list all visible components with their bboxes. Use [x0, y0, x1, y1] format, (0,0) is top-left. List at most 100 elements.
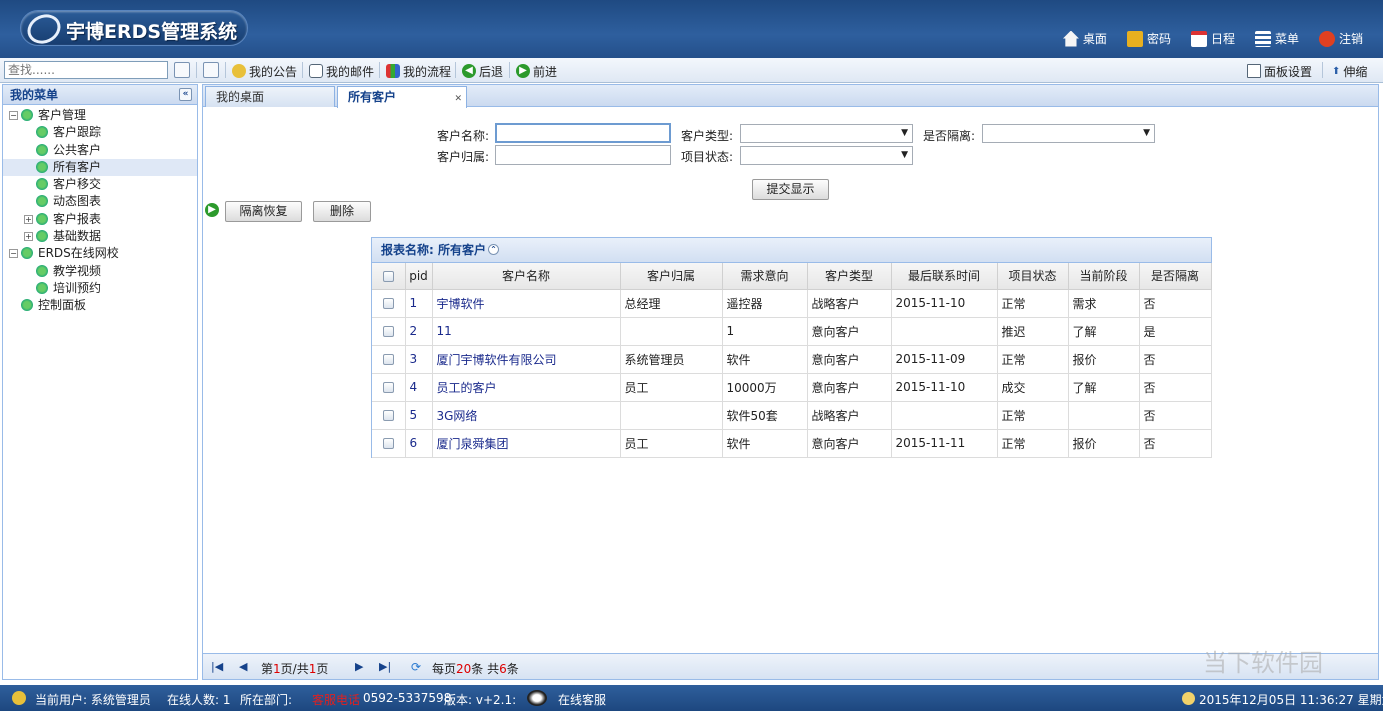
row-select-cell[interactable] [372, 289, 406, 318]
collapse-up-icon[interactable]: ⌃ [487, 244, 499, 255]
search-input[interactable] [4, 61, 168, 79]
customer-name-cell[interactable]: 厦门泉舜集团 [432, 429, 621, 458]
forward-button[interactable]: ▶ 前进 [516, 62, 557, 80]
row-select-cell[interactable] [372, 345, 406, 374]
collapse-toggle-icon[interactable]: − [9, 249, 18, 259]
column-header[interactable]: 客户归属 [620, 263, 723, 290]
column-header[interactable]: 项目状态 [997, 263, 1069, 290]
submit-button[interactable]: 提交显示 [752, 179, 829, 200]
app-header: 宇博ERDS管理系统 桌面 密码 日程 菜单 注销 [0, 0, 1383, 58]
back-button[interactable]: ◀ 后退 [462, 62, 503, 80]
tree-item-public[interactable]: 公共客户 [3, 142, 197, 159]
collapse-toggle-icon[interactable]: − [9, 111, 18, 120]
select-all-checkbox[interactable] [382, 270, 394, 282]
nav-password[interactable]: 密码 [1126, 30, 1171, 47]
expand-button[interactable]: ⬆ 伸缩 [1332, 62, 1367, 80]
tree-item-transfer[interactable]: 客户移交 [3, 176, 197, 193]
top-nav: 桌面 密码 日程 菜单 注销 [1062, 30, 1363, 47]
page-icon [36, 264, 48, 277]
row-checkbox[interactable] [382, 438, 394, 449]
nav-schedule[interactable]: 日程 [1190, 30, 1235, 47]
customer-name-cell[interactable]: 11 [432, 317, 621, 346]
column-header[interactable]: pid [405, 263, 433, 290]
tree-item-tracking[interactable]: 客户跟踪 [3, 124, 197, 141]
row-checkbox[interactable] [382, 410, 394, 421]
tree-item-videos[interactable]: 教学视频 [3, 263, 197, 280]
project-status-select[interactable]: ▼ [740, 146, 913, 165]
delete-button[interactable]: 删除 [313, 201, 371, 222]
customer-owner-input[interactable] [495, 145, 671, 165]
column-header[interactable]: 当前阶段 [1068, 263, 1140, 290]
tree-item-charts[interactable]: 动态图表 [3, 193, 197, 210]
tree-item-all-customers[interactable]: 所有客户 [3, 158, 197, 177]
row-checkbox[interactable] [382, 298, 394, 309]
row-checkbox[interactable] [382, 326, 394, 337]
column-header[interactable]: 最后联系时间 [891, 263, 998, 290]
announce-button[interactable]: 我的公告 [232, 62, 297, 80]
collapse-icon[interactable]: « [179, 88, 192, 101]
customer-type-select[interactable]: ▼ [740, 124, 913, 143]
page-suffix: 页 [316, 662, 329, 676]
tree-item-customer-mgmt[interactable]: − 客户管理 [3, 107, 197, 124]
tree-item-training[interactable]: 培训预约 [3, 280, 197, 297]
table-header-row: pid 客户名称 客户归属 需求意向 客户类型 最后联系时间 项目状态 当前阶段… [372, 263, 1212, 290]
select-all-cell[interactable] [372, 263, 406, 290]
first-page-icon[interactable]: |◀ [211, 660, 223, 673]
tree-item-school[interactable]: − ERDS在线网校 [3, 245, 197, 262]
table-row[interactable]: 6 厦门泉舜集团 员工 软件 意向客户 2015-11-11 正常 报价否 [372, 429, 1212, 458]
restore-isolation-button[interactable]: 隔离恢复 [225, 201, 302, 222]
tab-all-customers[interactable]: 所有客户 ✕ [337, 86, 467, 108]
nav-menu[interactable]: 菜单 [1254, 30, 1299, 47]
logout-icon [1318, 30, 1335, 47]
table-row[interactable]: 1 宇博软件 总经理 遥控器 战略客户 2015-11-10 正常 需求否 [372, 289, 1212, 318]
tab-desktop[interactable]: 我的桌面 [205, 86, 335, 107]
forward-label: 前进 [533, 64, 558, 79]
customer-name-cell[interactable]: 宇博软件 [432, 289, 621, 318]
nav-logout[interactable]: 注销 [1318, 30, 1363, 47]
table-row[interactable]: 5 3G网络 软件50套 战略客户 正常 否 [372, 401, 1212, 430]
table-cell: 意向客户 [807, 317, 892, 346]
flow-button[interactable]: 我的流程 [386, 62, 451, 80]
table-row[interactable]: 2 11 1 意向客户 推迟 了解是 [372, 317, 1212, 346]
table-row[interactable]: 3 厦门宇博软件有限公司 系统管理员 软件 意向客户 2015-11-09 正常 报价否 [372, 345, 1212, 374]
up-arrow-icon: ⬆ [1332, 65, 1341, 77]
customer-name-cell[interactable]: 员工的客户 [432, 373, 621, 402]
row-select-cell[interactable] [372, 373, 406, 402]
next-page-icon[interactable]: ▶ [355, 660, 363, 673]
customer-name-cell[interactable]: 厦门宇博软件有限公司 [432, 345, 621, 374]
tree-item-basic-data[interactable]: + 基础数据 [3, 228, 197, 245]
online-service-link[interactable]: 在线客服 [558, 691, 606, 708]
row-checkbox[interactable] [382, 382, 394, 393]
list-icon[interactable] [203, 62, 219, 78]
close-icon[interactable]: ✕ [454, 89, 462, 109]
column-header[interactable]: 客户类型 [807, 263, 892, 290]
row-checkbox[interactable] [382, 354, 394, 365]
column-header[interactable]: 是否隔离 [1139, 263, 1212, 290]
page-icon [36, 126, 48, 139]
page-icon [36, 160, 48, 173]
expand-toggle-icon[interactable]: + [24, 214, 33, 224]
go-arrow-icon[interactable]: ▶ [205, 203, 219, 217]
tree-item-control-panel[interactable]: 控制面板 [3, 297, 197, 314]
prev-page-icon[interactable]: ◀ [239, 660, 247, 673]
customer-name-cell[interactable]: 3G网络 [432, 401, 621, 430]
tab-label: 所有客户 [348, 90, 397, 104]
nav-desktop[interactable]: 桌面 [1062, 30, 1107, 47]
row-select-cell[interactable] [372, 317, 406, 346]
mail-button[interactable]: 我的邮件 [309, 62, 374, 80]
table-row[interactable]: 4 员工的客户 员工 10000万 意向客户 2015-11-10 成交 了解否 [372, 373, 1212, 402]
row-select-cell[interactable] [372, 401, 406, 430]
customer-name-input[interactable] [495, 123, 671, 143]
refresh-icon[interactable]: ⟳ [411, 660, 421, 674]
panel-settings-button[interactable]: 面板设置 [1247, 62, 1312, 80]
search-go-icon[interactable] [174, 62, 190, 78]
table-cell: 遥控器 [722, 289, 808, 318]
column-header[interactable]: 客户名称 [432, 263, 621, 290]
column-header[interactable]: 需求意向 [722, 263, 808, 290]
version: 版本: v+2.1: [444, 693, 517, 707]
tree-item-reports[interactable]: + 客户报表 [3, 211, 197, 228]
expand-toggle-icon[interactable]: + [24, 232, 33, 242]
last-page-icon[interactable]: ▶| [379, 660, 391, 673]
isolate-select[interactable]: ▼ [982, 124, 1155, 143]
row-select-cell[interactable] [372, 429, 406, 458]
